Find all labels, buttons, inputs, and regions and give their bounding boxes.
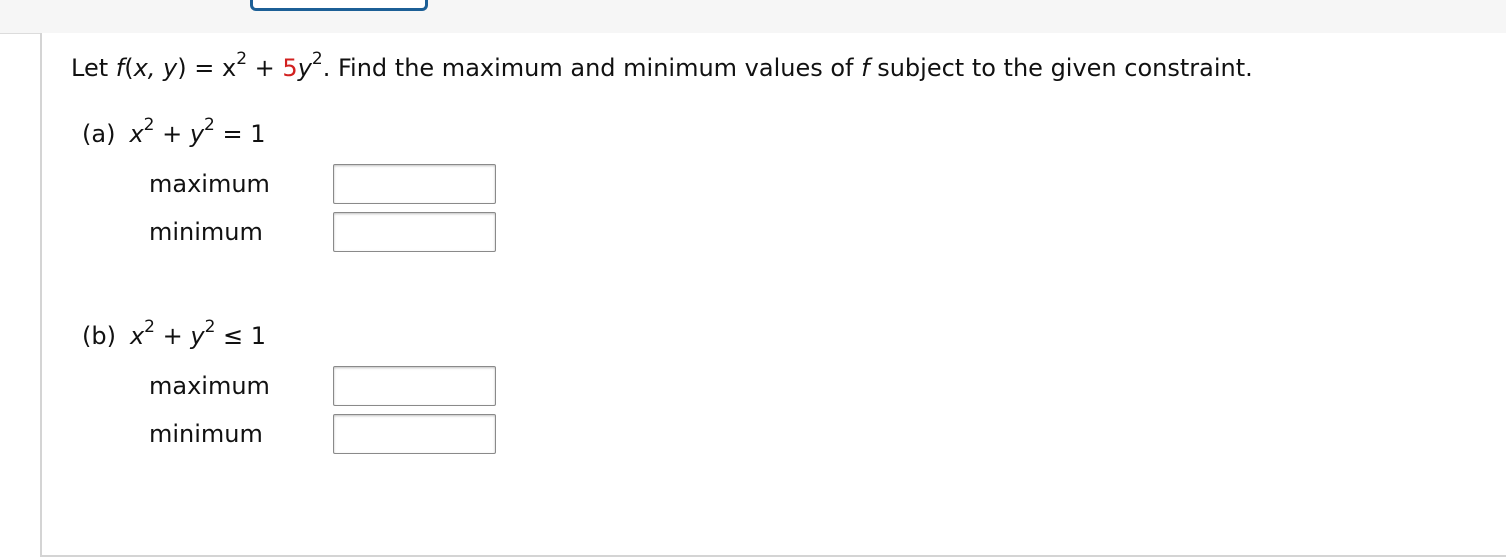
part-a-y: y bbox=[189, 120, 205, 148]
part-b-marker: (b) bbox=[82, 322, 116, 350]
part-a-y-exponent: 2 bbox=[204, 115, 215, 135]
part-b-relation: ≤ 1 bbox=[215, 322, 267, 350]
function-close-paren: ) bbox=[177, 54, 187, 82]
y-exponent: 2 bbox=[311, 49, 323, 69]
function-name: f bbox=[115, 54, 125, 82]
part-a-minimum-label: minimum bbox=[149, 218, 263, 246]
part-a-constraint: (a) x2 + y2 = 1 bbox=[82, 115, 266, 150]
question-panel bbox=[40, 33, 1506, 557]
function-args: x, y bbox=[133, 54, 178, 82]
part-a-maximum-input[interactable] bbox=[333, 164, 496, 204]
top-bar bbox=[0, 0, 1506, 34]
x-exponent: 2 bbox=[236, 49, 248, 69]
part-b-plus: + bbox=[155, 322, 191, 350]
part-b-minimum-input[interactable] bbox=[333, 414, 496, 454]
y-term: y bbox=[297, 54, 312, 82]
part-b-x: x bbox=[129, 322, 145, 350]
part-b-y: y bbox=[190, 322, 205, 350]
part-a-relation: = 1 bbox=[214, 120, 266, 148]
function-open-paren: ( bbox=[124, 54, 134, 82]
question-instruction: . Find the maximum and minimum values of bbox=[322, 54, 862, 82]
top-tab-button[interactable] bbox=[250, 0, 428, 11]
equals-sign: = bbox=[186, 54, 223, 82]
plus-sign: + bbox=[247, 54, 283, 82]
part-a-marker: (a) bbox=[82, 120, 116, 148]
part-b-minimum-label: minimum bbox=[149, 420, 263, 448]
part-b-constraint: (b) x2 + y2 ≤ 1 bbox=[82, 317, 267, 352]
part-a-minimum-input[interactable] bbox=[333, 212, 496, 252]
part-b-maximum-label: maximum bbox=[149, 372, 270, 400]
question-text: Let f(x, y) = x2 + 5y2. Find the maximum… bbox=[71, 49, 1253, 84]
part-b-maximum-input[interactable] bbox=[333, 366, 496, 406]
part-a-x: x bbox=[129, 120, 144, 148]
part-b-y-exponent: 2 bbox=[204, 317, 216, 337]
part-a-plus: + bbox=[154, 120, 190, 148]
x-term: x bbox=[222, 54, 237, 82]
instruction-function-name: f bbox=[861, 54, 870, 82]
part-b-x-exponent: 2 bbox=[144, 317, 155, 337]
coefficient: 5 bbox=[282, 54, 298, 82]
question-instruction-end: subject to the given constraint. bbox=[869, 54, 1253, 82]
question-prefix: Let bbox=[71, 54, 116, 82]
part-a-x-exponent: 2 bbox=[143, 115, 155, 135]
part-a-maximum-label: maximum bbox=[149, 170, 270, 198]
